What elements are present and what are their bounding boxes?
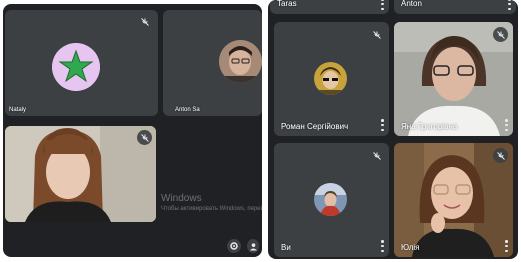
avatar — [314, 62, 347, 95]
person-photo-icon — [219, 40, 262, 83]
person-photo-icon — [314, 62, 347, 95]
participant-tile[interactable]: Anton — [394, 0, 516, 14]
more-options-icon[interactable] — [505, 240, 508, 252]
mic-off-icon — [369, 27, 384, 42]
people-icon — [249, 242, 257, 251]
participant-name: Яна Григорівна — [401, 122, 458, 131]
mic-off-icon — [493, 148, 508, 163]
windows-watermark: Windows Чтобы активировать Windows, пере… — [161, 194, 262, 214]
settings-button[interactable] — [227, 239, 241, 253]
person-photo-icon — [314, 183, 347, 216]
mic-off-icon — [137, 130, 152, 145]
mic-off-icon — [493, 27, 508, 42]
participant-tile[interactable]: Роман Сергійович — [274, 22, 389, 136]
more-options-icon[interactable] — [381, 240, 384, 252]
more-options-icon[interactable] — [505, 119, 508, 131]
participant-tile[interactable]: Ви — [274, 143, 389, 257]
participant-name: Юлія — [401, 243, 420, 252]
star-icon — [52, 43, 100, 91]
participant-video — [5, 126, 156, 222]
more-options-icon[interactable] — [381, 0, 384, 10]
participant-video-tile[interactable] — [5, 126, 156, 222]
watermark-title: Windows — [161, 193, 202, 204]
participant-name: Роман Сергійович — [281, 122, 349, 131]
meeting-grid-left: Nataly Anton Sa Windows Чтобы активирова… — [3, 4, 262, 257]
meeting-grid-right: Taras Anton Роман Сергійович Яна Григорі… — [268, 0, 518, 259]
more-options-icon[interactable] — [508, 0, 511, 10]
participant-name: Nataly — [9, 107, 27, 113]
avatar — [52, 43, 100, 91]
participant-name: Taras — [277, 0, 297, 8]
avatar — [219, 40, 262, 83]
people-button[interactable] — [247, 239, 259, 253]
participant-name: Anton Sa — [175, 107, 200, 113]
participant-tile[interactable]: Anton Sa — [163, 10, 262, 116]
mic-off-icon — [137, 14, 152, 29]
mic-off-icon — [369, 148, 384, 163]
participant-video-tile[interactable]: Яна Григорівна — [394, 22, 513, 136]
participant-name: Anton — [401, 0, 422, 8]
participant-tile[interactable]: Nataly — [5, 10, 158, 116]
gear-icon — [230, 242, 238, 250]
participant-tile[interactable]: Taras — [270, 0, 389, 14]
participant-name: Ви — [281, 243, 291, 252]
more-options-icon[interactable] — [381, 119, 384, 131]
participant-video-tile[interactable]: Юлія — [394, 143, 513, 257]
avatar — [314, 183, 347, 216]
watermark-text: Чтобы активировать Windows, перейдите — [161, 206, 262, 212]
